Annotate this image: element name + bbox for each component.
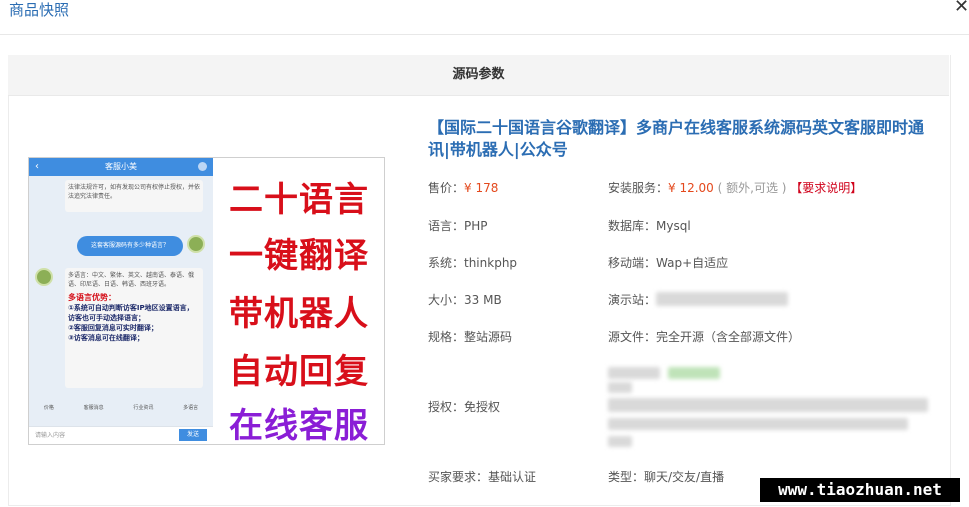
type-field: 类型：聊天/交友/直播 <box>608 470 725 484</box>
send-button: 发送 <box>179 429 207 441</box>
promo-panel: 二十语言 一键翻译 带机器人 自动回复 在线客服 <box>215 158 383 445</box>
promo-line: 一键翻译 <box>229 236 369 276</box>
price-value: ¥ 178 <box>464 181 499 195</box>
dialog-title: 商品快照 <box>9 1 70 19</box>
quick-reply: 价格 <box>43 405 54 411</box>
phone-header-title: 客服小美 <box>105 162 137 171</box>
redacted-block <box>668 367 720 379</box>
watermark: www.tiaozhuan.net <box>760 478 960 502</box>
phone-header: ‹ 客服小美 <box>29 158 213 176</box>
chat-message: 法律法规许可，如有发现公司有权停止授权，并依法追究法律责任。 <box>65 180 203 212</box>
close-icon[interactable]: ✕ <box>954 0 969 17</box>
mobile-field: 移动端：Wap+自适应 <box>608 256 729 270</box>
lang-list: 多语言：中文、繁体、英文、越南语、泰语、俄语、印尼语、日语、韩语、西班牙语。 <box>68 272 195 288</box>
menu-icon <box>198 162 207 171</box>
phone-mockup: ‹ 客服小美 法律法规许可，如有发现公司有权停止授权，并依法追究法律责任。 这套… <box>29 158 213 443</box>
promo-line: 带机器人 <box>229 294 369 334</box>
redacted-block <box>608 367 660 379</box>
redacted-block <box>608 398 928 412</box>
requirements-link[interactable]: 【要求说明】 <box>790 181 862 195</box>
quick-reply: 行业资讯 <box>133 405 154 411</box>
panel-heading: 源码参数 <box>8 55 949 96</box>
redacted-block <box>608 382 632 393</box>
buyer-requirement-field: 买家要求：基础认证 <box>428 470 537 484</box>
source-field: 源文件：完全开源（含全部源文件） <box>608 330 801 344</box>
adv-title: 多语言优势： <box>68 293 116 302</box>
title-divider <box>0 34 969 35</box>
avatar <box>35 268 53 286</box>
chat-input-row: 请输入内容 发送 <box>29 426 213 443</box>
quick-reply: 多语言 <box>183 405 199 411</box>
install-service-field: 安装服务：¥ 12.00 ( 额外,可选 ) 【要求说明】 <box>608 180 862 196</box>
spec-field: 规格：整站源码 <box>428 330 513 344</box>
avatar <box>187 235 205 253</box>
demo-field: 演示站： <box>608 293 657 307</box>
service-label: 安装服务： <box>608 181 669 195</box>
promo-line: 自动回复 <box>229 352 369 392</box>
adv-line: ①系统可自动判断访客IP地区设置语言，访客也可手动选择语言； <box>68 304 194 322</box>
product-title[interactable]: 【国际二十国语言谷歌翻译】多商户在线客服系统源码英文客服即时通讯|带机器人|公众… <box>428 117 938 161</box>
price-field: 售价：¥ 178 <box>428 180 498 196</box>
chat-message: 多语言：中文、繁体、英文、越南语、泰语、俄语、印尼语、日语、韩语、西班牙语。 多… <box>65 268 203 388</box>
chat-input-placeholder: 请输入内容 <box>35 432 66 439</box>
demo-url-redacted <box>656 292 788 306</box>
back-icon: ‹ <box>35 161 39 172</box>
database-field: 数据库：Mysql <box>608 219 691 233</box>
service-price: ¥ 12.00 <box>668 181 714 195</box>
license-field: 授权：免授权 <box>428 400 501 414</box>
product-image: ‹ 客服小美 法律法规许可，如有发现公司有权停止授权，并依法追究法律责任。 这套… <box>28 157 385 445</box>
adv-line: ③访客消息可在线翻译； <box>68 334 144 342</box>
redacted-block <box>608 436 632 447</box>
quick-reply-row: 价格 客服消息 行业资讯 多语言 <box>29 404 213 411</box>
promo-line: 二十语言 <box>229 180 369 220</box>
language-field: 语言：PHP <box>428 219 488 233</box>
chat-message-blue: 这套客服源码有多少种语言？ <box>77 236 183 256</box>
size-field: 大小：33 MB <box>428 293 502 307</box>
adv-line: ②客服回复消息可实时翻译； <box>68 324 158 332</box>
promo-line: 在线客服 <box>229 406 369 445</box>
service-note: ( 额外,可选 ) <box>717 181 787 195</box>
price-label: 售价： <box>428 181 465 195</box>
system-field: 系统：thinkphp <box>428 256 518 270</box>
redacted-block <box>608 418 908 430</box>
quick-reply: 客服消息 <box>83 405 104 411</box>
